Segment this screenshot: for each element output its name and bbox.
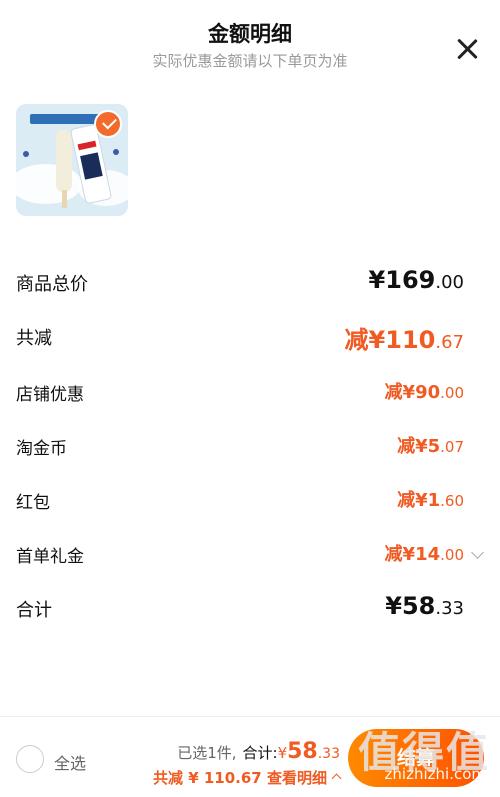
- row-label: 红包: [16, 493, 50, 513]
- currency-symbol: ¥: [415, 490, 428, 511]
- sheet-subtitle: 实际优惠金额请以下单页为准: [152, 52, 348, 70]
- amount-decimal: .07: [440, 438, 464, 456]
- checkout-bar: 全选 已选1件, 合计:¥58.33 共减 ¥ 110.67 查看明细 结算 值得…: [0, 716, 500, 797]
- discount-text: 共减 ¥ 110.67: [152, 769, 262, 787]
- row-goods-total: 商品总价 ¥169.00: [0, 262, 500, 302]
- amount-integer: 1: [427, 490, 441, 511]
- selected-count: 已选1件,: [177, 744, 237, 762]
- currency-symbol: ¥: [402, 544, 416, 565]
- reduce-prefix: 减: [344, 326, 369, 354]
- chevron-down-icon[interactable]: [471, 546, 484, 559]
- row-amount: ¥58.33: [385, 592, 464, 620]
- amount-decimal: .00: [440, 384, 464, 402]
- row-first-order-gift[interactable]: 首单礼金 减¥14.00: [0, 534, 500, 574]
- row-amount: 减¥5.07: [397, 432, 464, 458]
- reduce-prefix: 减: [384, 382, 403, 403]
- reduce-prefix: 减: [397, 436, 416, 457]
- row-label: 合计: [16, 600, 52, 621]
- view-detail-text: 查看明细: [266, 769, 327, 787]
- sheet-header: 金额明细 实际优惠金额请以下单页为准: [0, 0, 500, 90]
- row-amount: 减¥110.67: [345, 320, 464, 355]
- selection-summary: 已选1件, 合计:¥58.33: [177, 739, 340, 764]
- row-amount: 减¥1.60: [397, 486, 464, 512]
- amount-integer: 90: [415, 382, 441, 403]
- row-taojinbi: 淘金币 减¥5.07: [0, 426, 500, 466]
- amount-decimal: .33: [435, 598, 464, 619]
- currency-symbol: ¥: [402, 382, 416, 403]
- row-sum: 合计 ¥58.33: [0, 588, 500, 628]
- select-all-label[interactable]: 全选: [54, 750, 86, 774]
- row-amount: 减¥14.00: [385, 540, 464, 566]
- amount-integer: 169: [385, 266, 436, 294]
- amount-decimal: .60: [440, 492, 464, 510]
- chevron-up-icon: [331, 773, 342, 784]
- total-label: 合计:: [242, 744, 278, 762]
- discount-detail-link[interactable]: 共减 ¥ 110.67 查看明细: [152, 767, 342, 788]
- row-label: 商品总价: [16, 274, 88, 295]
- select-all-radio[interactable]: [16, 745, 44, 773]
- row-amount: ¥169.00: [369, 266, 464, 294]
- sheet-title: 金额明细: [208, 22, 292, 46]
- amount-integer: 58: [401, 592, 436, 620]
- currency-symbol: ¥: [415, 436, 428, 457]
- amount-decimal: .00: [440, 546, 464, 564]
- reduce-prefix: 减: [384, 544, 403, 565]
- total-currency: ¥: [277, 744, 288, 762]
- row-label: 淘金币: [16, 439, 67, 459]
- close-icon[interactable]: [452, 34, 482, 64]
- selected-check-icon[interactable]: [94, 110, 122, 138]
- currency-symbol: ¥: [385, 592, 402, 620]
- reduce-prefix: 减: [397, 490, 416, 511]
- amount-decimal: .67: [435, 332, 464, 353]
- row-amount: 减¥90.00: [385, 378, 464, 404]
- total-decimal: .33: [317, 746, 340, 762]
- row-total-reduce: 共减 减¥110.67: [0, 316, 500, 356]
- row-label: 共减: [16, 328, 52, 349]
- checkout-button[interactable]: 结算: [348, 729, 484, 787]
- row-hongbao: 红包 减¥1.60: [0, 480, 500, 520]
- product-thumbnail[interactable]: [16, 104, 128, 216]
- row-store-discount: 店铺优惠 减¥90.00: [0, 372, 500, 412]
- amount-integer: 110: [385, 326, 436, 354]
- currency-symbol: ¥: [368, 326, 386, 354]
- amount-integer: 14: [415, 544, 441, 565]
- currency-symbol: ¥: [368, 266, 386, 294]
- amount-decimal: .00: [435, 272, 464, 293]
- total-integer: 58: [287, 739, 318, 764]
- row-label: 店铺优惠: [16, 385, 84, 405]
- amount-integer: 5: [427, 436, 441, 457]
- row-label: 首单礼金: [16, 547, 84, 567]
